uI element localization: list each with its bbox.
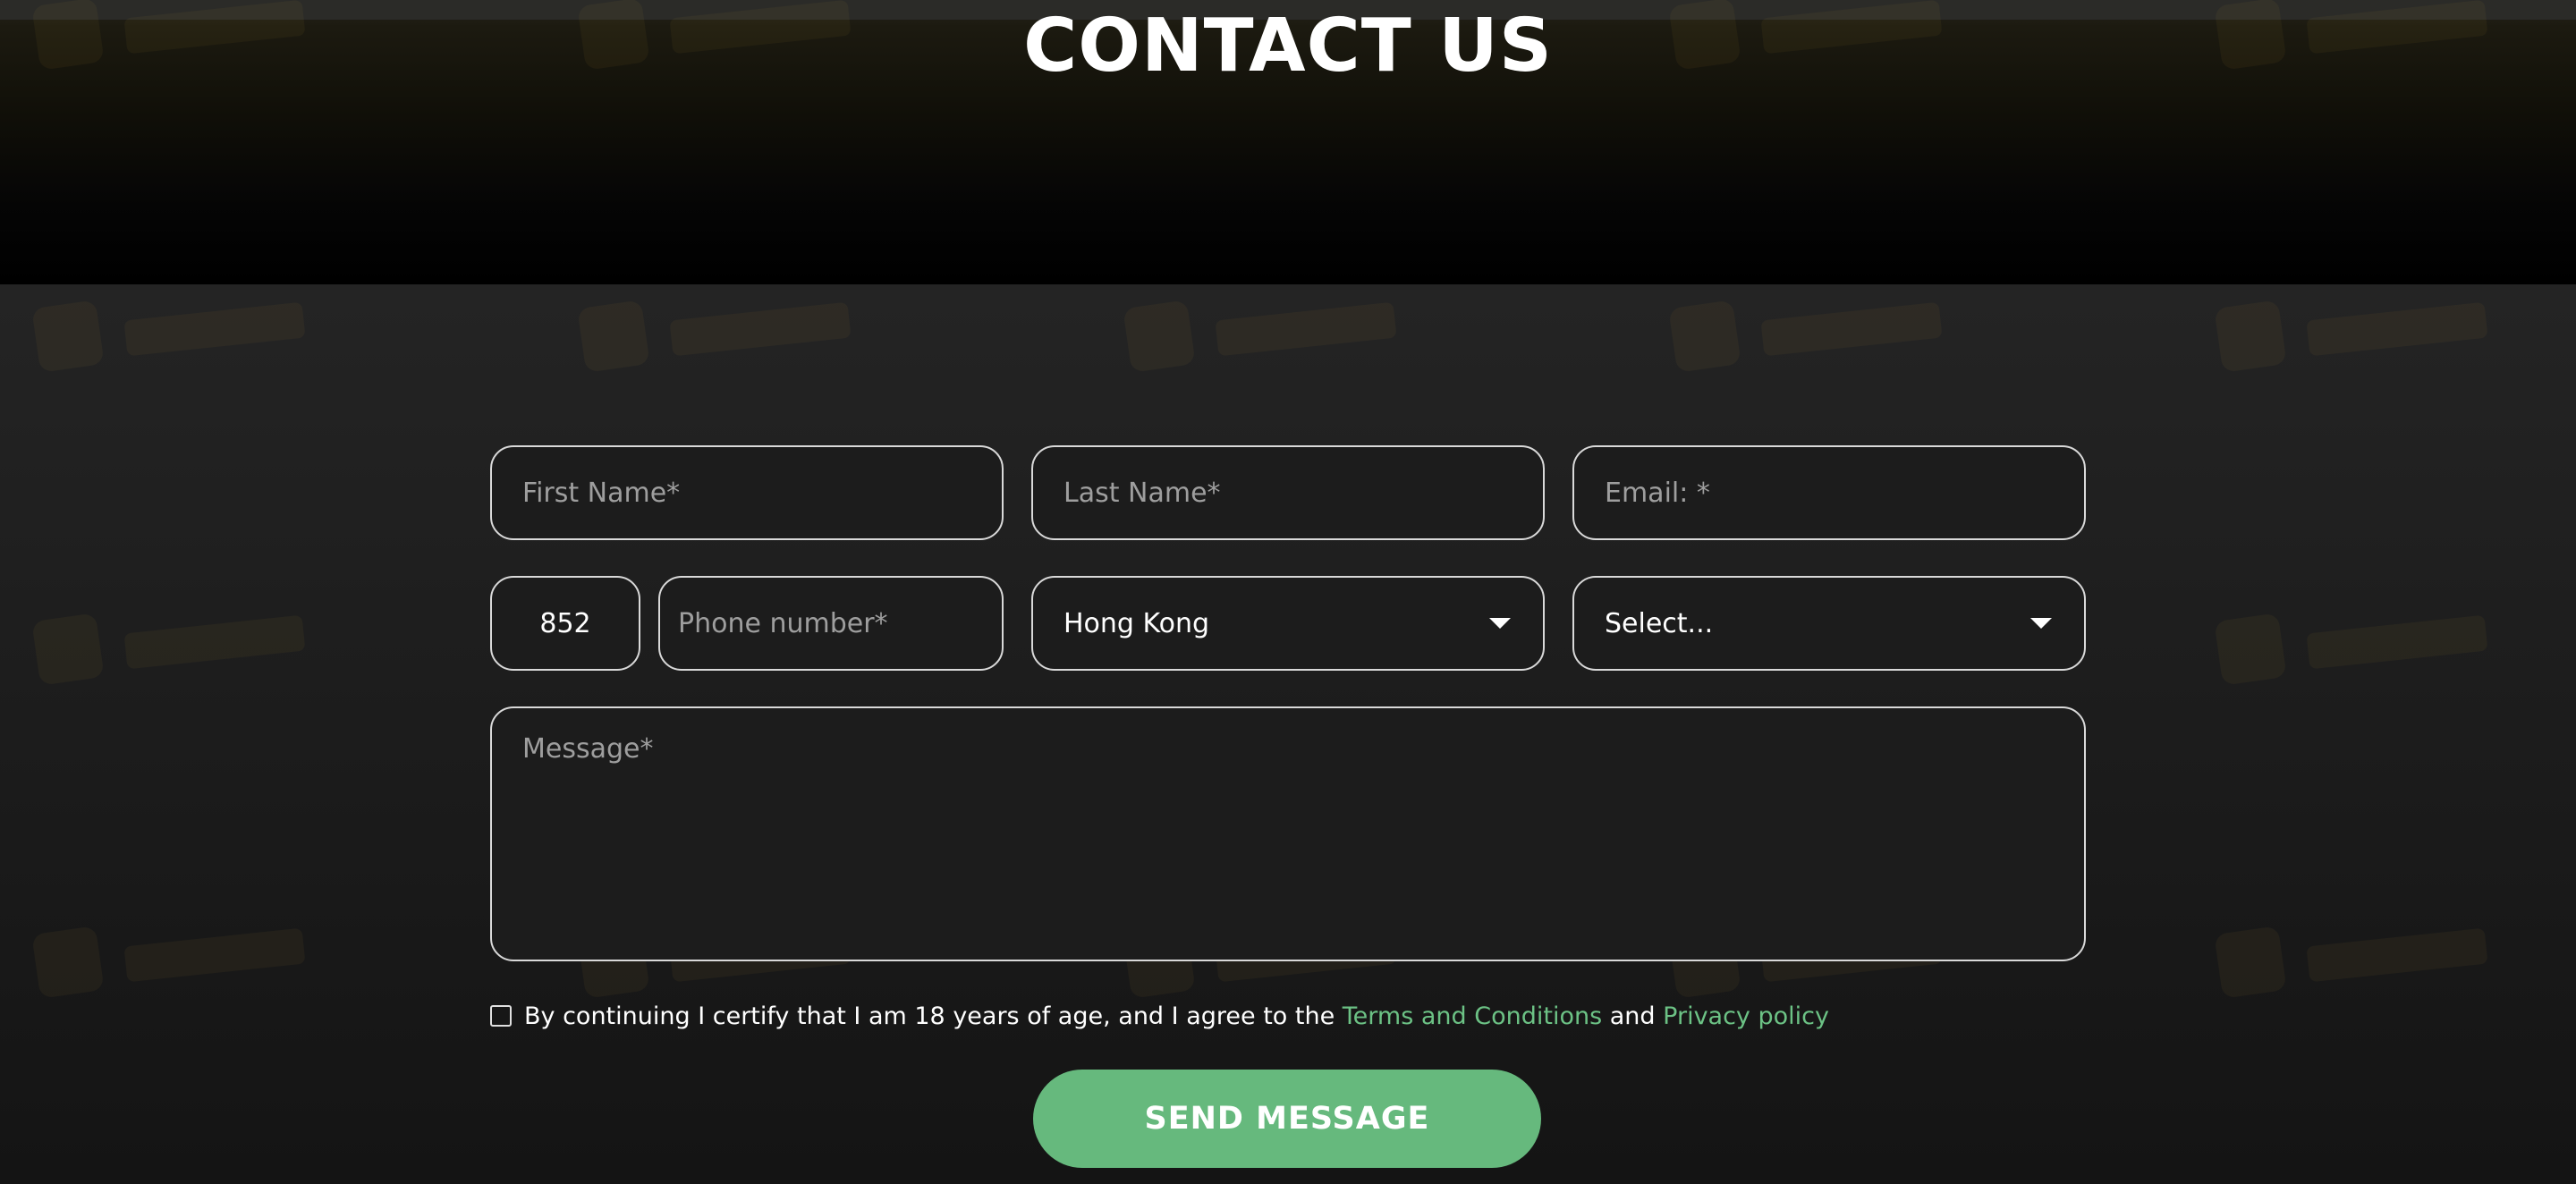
last-name-field[interactable]: Last Name*: [1031, 445, 1545, 540]
email-placeholder: Email: *: [1605, 477, 1710, 509]
first-name-field[interactable]: First Name*: [490, 445, 1004, 540]
phone-code-value: 852: [539, 607, 591, 639]
privacy-link[interactable]: Privacy policy: [1663, 1002, 1829, 1030]
page-title: CONTACT US: [1023, 4, 1553, 89]
country-selected-value: Hong Kong: [1063, 607, 1210, 639]
extra-select[interactable]: Select...: [1572, 576, 2086, 671]
consent-text: By continuing I certify that I am 18 yea…: [524, 1002, 1335, 1030]
message-textarea[interactable]: Message*: [490, 706, 2086, 961]
country-select[interactable]: Hong Kong: [1031, 576, 1545, 671]
hero-banner: CONTACT US: [0, 0, 2576, 284]
last-name-placeholder: Last Name*: [1063, 477, 1221, 509]
terms-link[interactable]: Terms and Conditions: [1343, 1002, 1602, 1030]
chevron-down-icon: [2030, 618, 2052, 629]
chevron-down-icon: [1489, 618, 1511, 629]
consent-checkbox[interactable]: [490, 1005, 512, 1027]
extra-select-value: Select...: [1605, 607, 1714, 639]
message-placeholder: Message*: [522, 733, 654, 765]
phone-number-placeholder: Phone number*: [678, 607, 888, 639]
phone-code-field[interactable]: 852: [490, 576, 640, 671]
phone-number-field[interactable]: Phone number*: [658, 576, 1004, 671]
consent-and-text: and: [1609, 1002, 1656, 1030]
consent-row: By continuing I certify that I am 18 yea…: [490, 1000, 1829, 1032]
email-field[interactable]: Email: *: [1572, 445, 2086, 540]
first-name-placeholder: First Name*: [522, 477, 681, 509]
send-message-button[interactable]: SEND MESSAGE: [1033, 1070, 1541, 1168]
